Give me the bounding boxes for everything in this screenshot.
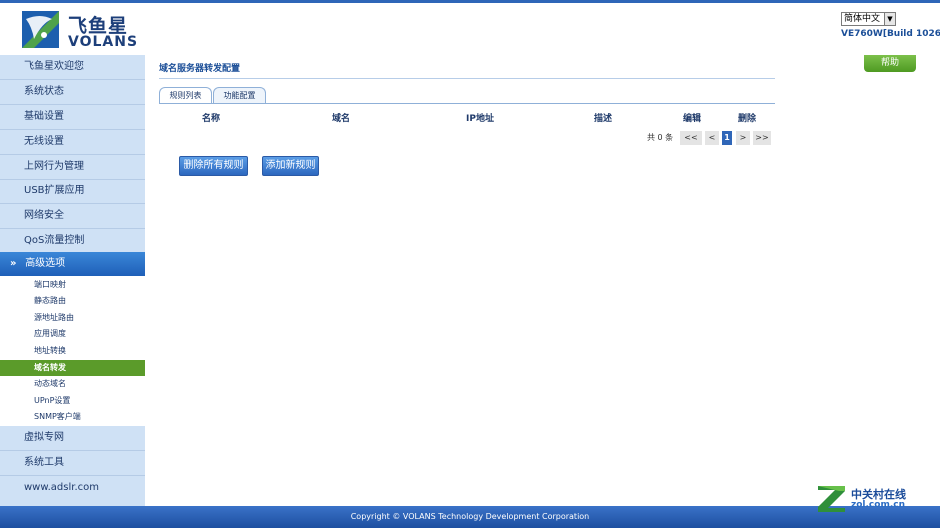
page-title: 域名服务器转发配置 [159,64,241,74]
column-header-ip: IP地址 [466,114,494,124]
submenu-item-ddns[interactable]: 动态域名 [0,376,145,392]
sidebar-item-qos[interactable]: QoS流量控制 [0,229,145,253]
sidebar-item-system-status[interactable]: 系统状态 [0,80,145,104]
submenu-item-dns-forward[interactable]: 域名转发 [0,360,145,376]
pager-first-button[interactable]: << [680,131,702,145]
sidebar-item-system-tools[interactable]: 系统工具 [0,451,145,475]
sidebar-item-usb-apps[interactable]: USB扩展应用 [0,179,145,203]
pager-last-button[interactable]: >> [753,131,771,145]
tab-divider [159,103,775,104]
header: 飞鱼星 VOLANS 简体中文 ▼ VE760W[Build 1026] [0,3,940,55]
sidebar-item-wireless-settings[interactable]: 无线设置 [0,130,145,154]
advanced-submenu: 端口映射 静态路由 源地址路由 应用调度 地址转换 域名转发 动态域名 UPnP… [0,276,145,426]
column-header-edit: 编辑 [683,114,702,124]
pager-total: 共 0 条 [647,133,674,142]
language-select[interactable]: 简体中文 ▼ [841,12,896,26]
submenu-item-upnp[interactable]: UPnP设置 [0,393,145,409]
column-header-description: 描述 [594,114,613,124]
sidebar-item-welcome[interactable]: 飞鱼星欢迎您 [0,55,145,79]
brand-logo: 飞鱼星 VOLANS [22,11,137,50]
sidebar-item-basic-settings[interactable]: 基础设置 [0,105,145,129]
sidebar-item-behavior-management[interactable]: 上网行为管理 [0,155,145,179]
title-divider [159,78,775,79]
add-new-rule-button[interactable]: 添加新规则 [262,156,319,176]
pager-prev-button[interactable]: < [705,131,719,145]
double-chevron-down-icon: » [10,258,17,269]
delete-all-rules-button[interactable]: 删除所有规则 [179,156,248,176]
zol-logo-icon [818,486,845,512]
sidebar-item-advanced[interactable]: » 高级选项 [0,252,145,276]
pager-next-button[interactable]: > [736,131,750,145]
chevron-down-icon[interactable]: ▼ [884,13,895,25]
brand-name-en: VOLANS [68,34,139,50]
volans-logo-icon [22,11,59,48]
language-select-value: 简体中文 [844,14,881,24]
submenu-item-nat[interactable]: 地址转换 [0,343,145,359]
footer-copyright: Copyright © VOLANS Technology Developmen… [0,506,940,528]
sidebar-item-vpn[interactable]: 虚拟专网 [0,426,145,450]
sidebar-item-website-link[interactable]: www.adslr.com [0,476,145,500]
help-button[interactable]: 帮助 [864,55,916,72]
submenu-item-app-scheduling[interactable]: 应用调度 [0,326,145,342]
column-header-delete: 删除 [738,114,757,124]
tab-rule-list[interactable]: 规则列表 [159,87,212,103]
submenu-item-snmp[interactable]: SNMP客户端 [0,409,145,425]
watermark-en: zol.com.cn [851,500,905,510]
submenu-item-port-mapping[interactable]: 端口映射 [0,277,145,293]
sidebar: 飞鱼星欢迎您 系统状态 基础设置 无线设置 上网行为管理 USB扩展应用 网络安… [0,55,145,506]
submenu-item-source-route[interactable]: 源地址路由 [0,310,145,326]
tab-function-config[interactable]: 功能配置 [213,87,266,103]
zol-watermark: 中关村在线 zol.com.cn [815,482,930,514]
sidebar-item-network-security[interactable]: 网络安全 [0,204,145,228]
sidebar-item-label: 高级选项 [25,258,66,269]
router-admin-page: 飞鱼星 VOLANS 简体中文 ▼ VE760W[Build 1026] 飞鱼星… [0,0,940,528]
column-header-name: 名称 [202,114,221,124]
firmware-build: VE760W[Build 1026] [841,29,940,39]
column-header-domain: 域名 [332,114,351,124]
submenu-item-static-route[interactable]: 静态路由 [0,293,145,309]
pager-current-page[interactable]: 1 [722,131,732,145]
